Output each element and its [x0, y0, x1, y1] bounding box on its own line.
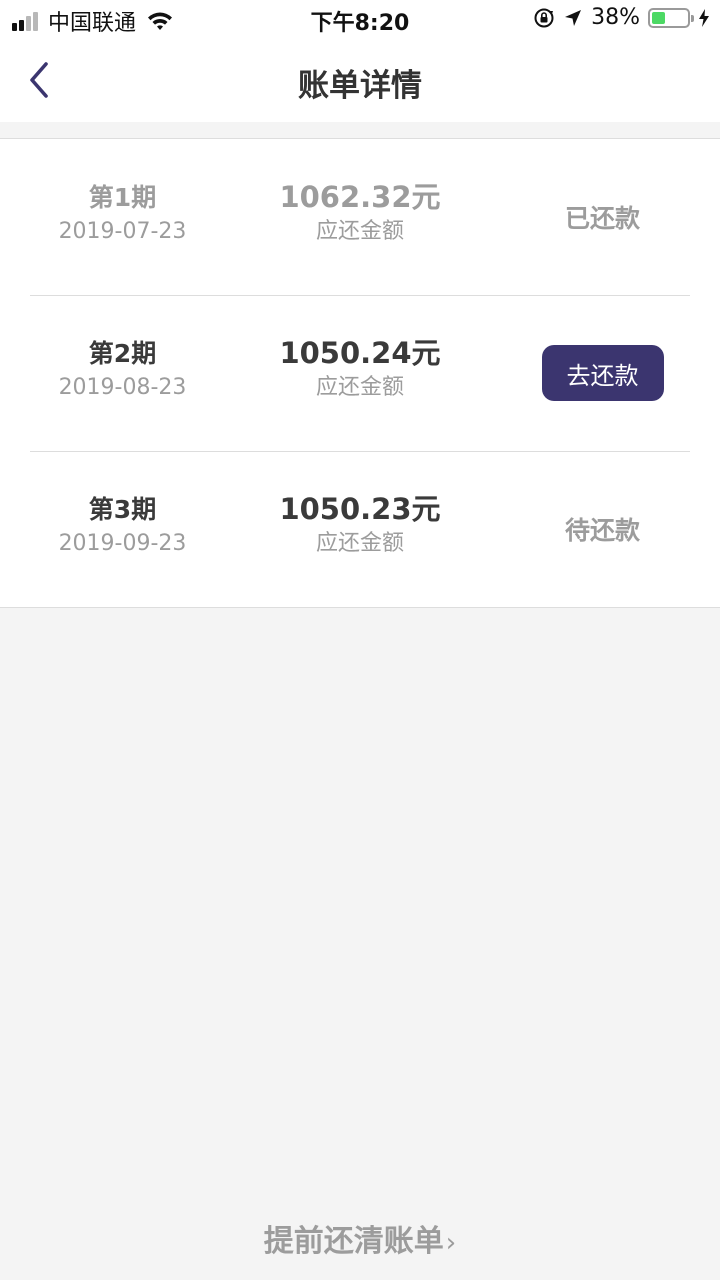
amount-cell: 1050.24元 应还金额	[245, 335, 475, 405]
amount-label: 应还金额	[315, 531, 404, 556]
page-title: 账单详情	[298, 68, 422, 104]
bill-row-2: 第2期 2019-08-23 1050.24元 应还金额 去还款	[0, 295, 720, 451]
period-label: 第2期	[88, 339, 157, 368]
location-arrow-icon	[565, 9, 582, 26]
period-label: 第3期	[88, 495, 157, 524]
bill-row-3: 第3期 2019-09-23 1050.23元 应还金额 待还款	[0, 451, 720, 607]
status-right: 38%	[525, 5, 710, 30]
amount-value: 1062.32元	[279, 180, 441, 214]
chevron-right-icon: ›	[445, 1228, 457, 1258]
period-cell: 第3期 2019-09-23	[30, 493, 215, 561]
battery-icon	[648, 7, 694, 28]
due-date: 2019-08-23	[58, 375, 187, 400]
status-bar: 中国联通 下午8:20 38%	[0, 0, 720, 40]
status-pending: 待还款	[564, 516, 640, 545]
amount-cell: 1062.32元 应还金额	[245, 179, 475, 249]
early-payoff-label: 提前还清账单	[263, 1224, 444, 1259]
rotation-lock-icon	[534, 8, 554, 27]
period-label: 第1期	[88, 183, 157, 212]
screen: 中国联通 下午8:20 38% 账单详情 第1期 2019-07-23 1062…	[0, 0, 720, 1280]
charging-bolt-icon	[699, 8, 709, 27]
amount-cell: 1050.23元 应还金额	[245, 491, 475, 561]
status-cell: 去还款	[515, 295, 690, 451]
status-cell: 已还款	[515, 139, 690, 295]
nav-bar: 账单详情	[0, 40, 720, 122]
due-date: 2019-07-23	[58, 219, 187, 244]
period-cell: 第2期 2019-08-23	[30, 337, 215, 405]
status-cell: 待还款	[515, 451, 690, 607]
bill-row-1: 第1期 2019-07-23 1062.32元 应还金额 已还款	[0, 139, 720, 295]
period-cell: 第1期 2019-07-23	[30, 181, 215, 249]
amount-value: 1050.24元	[279, 336, 441, 370]
battery-level	[652, 11, 665, 24]
due-date: 2019-09-23	[58, 531, 187, 556]
status-paid: 已还款	[564, 204, 640, 233]
bill-list: 第1期 2019-07-23 1062.32元 应还金额 已还款 第2期 201…	[0, 138, 720, 608]
amount-value: 1050.23元	[279, 492, 441, 526]
early-payoff-link[interactable]: 提前还清账单›	[0, 1216, 720, 1260]
battery-percent: 38%	[591, 5, 640, 30]
amount-label: 应还金额	[315, 219, 404, 244]
pay-now-button[interactable]: 去还款	[541, 345, 664, 401]
amount-label: 应还金额	[315, 375, 404, 400]
